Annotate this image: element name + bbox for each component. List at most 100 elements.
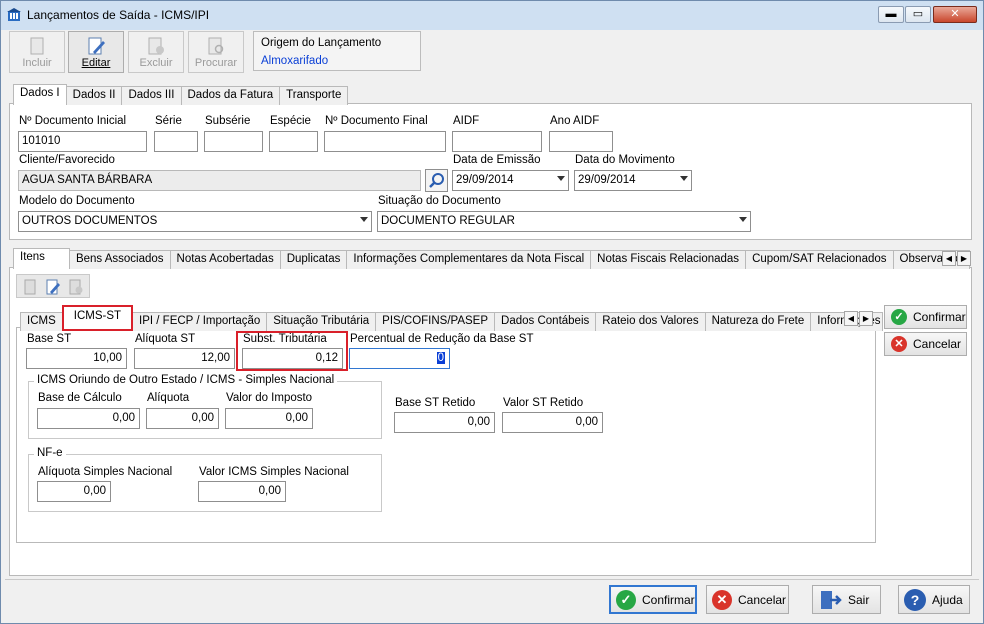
item-confirmar-button[interactable]: ✓ Confirmar bbox=[884, 305, 967, 329]
serie-input[interactable] bbox=[154, 131, 198, 152]
tab-dados-iii[interactable]: Dados III bbox=[121, 86, 182, 105]
tab-itens[interactable]: Itens bbox=[13, 248, 70, 269]
doc-inicial-input[interactable]: 101010 bbox=[18, 131, 147, 152]
tabs-scroll-left-icon[interactable]: ◀ bbox=[942, 251, 956, 266]
cliente-input[interactable]: AGUA SANTA BÁRBARA bbox=[18, 170, 421, 191]
origin-value: Almoxarifado bbox=[261, 55, 329, 67]
data-mov-picker[interactable]: 29/09/2014 bbox=[574, 170, 692, 191]
base-calc-input[interactable]: 0,00 bbox=[37, 408, 140, 429]
serie-label: Série bbox=[155, 115, 182, 127]
subserie-input[interactable] bbox=[204, 131, 263, 152]
procurar-label: Procurar bbox=[194, 57, 238, 69]
tab-notas-relacionadas[interactable]: Notas Fiscais Relacionadas bbox=[590, 250, 747, 269]
edit-document-icon bbox=[88, 37, 105, 55]
tab-duplicatas[interactable]: Duplicatas bbox=[279, 250, 348, 269]
tab-rateio[interactable]: Rateio dos Valores bbox=[595, 312, 706, 331]
check-icon: ✓ bbox=[891, 309, 907, 325]
tab-bens-associados[interactable]: Bens Associados bbox=[68, 250, 171, 269]
chevron-down-icon bbox=[557, 176, 565, 181]
tab-transporte[interactable]: Transporte bbox=[279, 86, 349, 105]
app-icon bbox=[7, 8, 21, 21]
window-title: Lançamentos de Saída - ICMS/IPI bbox=[27, 8, 210, 22]
confirmar-button[interactable]: ✓ Confirmar bbox=[609, 585, 697, 614]
doc-inicial-label: Nº Documento Inicial bbox=[19, 115, 127, 127]
data-mov-value: 29/09/2014 bbox=[578, 174, 636, 186]
tab-dados-i[interactable]: Dados I bbox=[13, 84, 67, 105]
ano-aidf-input[interactable] bbox=[549, 131, 613, 152]
item-cancelar-button[interactable]: ✕ Cancelar bbox=[884, 332, 967, 356]
valor-sn-input[interactable]: 0,00 bbox=[198, 481, 286, 502]
cancelar-label: Cancelar bbox=[738, 592, 787, 607]
group1-title: ICMS Oriundo de Outro Estado / ICMS - Si… bbox=[34, 374, 338, 386]
valor-imposto-input[interactable]: 0,00 bbox=[225, 408, 313, 429]
tab-dados-ii[interactable]: Dados II bbox=[65, 86, 123, 105]
data-emissao-picker[interactable]: 29/09/2014 bbox=[452, 170, 569, 191]
bottom-divider bbox=[5, 579, 979, 580]
tabs-scroll-right-icon[interactable]: ▶ bbox=[957, 251, 971, 266]
especie-input[interactable] bbox=[269, 131, 318, 152]
search-icon bbox=[429, 173, 444, 188]
aidf-input[interactable] bbox=[452, 131, 542, 152]
aliquota-input[interactable]: 0,00 bbox=[146, 408, 219, 429]
ajuda-button[interactable]: ? Ajuda bbox=[898, 585, 970, 614]
new-item-icon[interactable] bbox=[21, 278, 39, 296]
valor-retido-label: Valor ST Retido bbox=[503, 397, 584, 409]
close-button[interactable]: ✕ bbox=[933, 6, 977, 23]
minimize-button[interactable]: ▬ bbox=[878, 6, 904, 23]
check-icon: ✓ bbox=[616, 589, 636, 610]
tab-dados-fatura[interactable]: Dados da Fatura bbox=[180, 86, 281, 105]
ano-aidf-label: Ano AIDF bbox=[550, 115, 600, 127]
procurar-button[interactable]: Procurar bbox=[188, 31, 244, 73]
tab-icms[interactable]: ICMS bbox=[20, 312, 63, 331]
chevron-down-icon bbox=[680, 176, 688, 181]
subst-input[interactable]: 0,12 bbox=[242, 348, 343, 369]
restore-button[interactable]: ▭ bbox=[905, 6, 931, 23]
tab-cupom-sat[interactable]: Cupom/SAT Relacionados bbox=[745, 250, 894, 269]
base-st-input[interactable]: 10,00 bbox=[26, 348, 127, 369]
item-confirmar-label: Confirmar bbox=[913, 310, 966, 324]
exit-door-icon bbox=[821, 590, 842, 609]
subst-label: Subst. Tributária bbox=[243, 333, 327, 345]
situacao-select[interactable]: DOCUMENTO REGULAR bbox=[377, 211, 751, 232]
aliquota-st-label: Alíquota ST bbox=[135, 333, 196, 345]
tab-natureza-frete[interactable]: Natureza do Frete bbox=[704, 312, 812, 331]
modelo-value: OUTROS DOCUMENTOS bbox=[22, 215, 158, 227]
modelo-select[interactable]: OUTROS DOCUMENTOS bbox=[18, 211, 372, 232]
delete-item-icon[interactable] bbox=[67, 278, 85, 296]
item-cancelar-label: Cancelar bbox=[913, 337, 962, 351]
tab-info-complementares[interactable]: Informações Complementares da Nota Fisca… bbox=[346, 250, 592, 269]
chevron-down-icon bbox=[360, 217, 368, 222]
tab-notas-acobertadas[interactable]: Notas Acobertadas bbox=[169, 250, 281, 269]
valor-retido-input[interactable]: 0,00 bbox=[502, 412, 603, 433]
tab-ipi-fecp[interactable]: IPI / FECP / Importação bbox=[132, 312, 268, 331]
base-st-label: Base ST bbox=[27, 333, 72, 345]
tab-situacao-tributaria[interactable]: Situação Tributária bbox=[266, 312, 377, 331]
help-icon: ? bbox=[904, 588, 926, 611]
inner-scroll-left-icon[interactable]: ◀ bbox=[844, 311, 858, 326]
aliquota-st-input[interactable]: 12,00 bbox=[134, 348, 235, 369]
percentual-input[interactable]: 0 bbox=[349, 348, 450, 369]
doc-final-input[interactable] bbox=[324, 131, 446, 152]
confirmar-label: Confirmar bbox=[642, 592, 695, 607]
valor-imposto-label: Valor do Imposto bbox=[226, 392, 313, 404]
editar-button[interactable]: Editar bbox=[68, 31, 124, 73]
edit-item-icon[interactable] bbox=[44, 278, 62, 296]
top-tabs: Dados I Dados II Dados III Dados da Fatu… bbox=[13, 84, 349, 105]
cliente-search-button[interactable] bbox=[425, 169, 448, 192]
aliq-sn-input[interactable]: 0,00 bbox=[37, 481, 111, 502]
excluir-button[interactable]: Excluir bbox=[128, 31, 184, 73]
data-emissao-value: 29/09/2014 bbox=[456, 174, 514, 186]
cancelar-button[interactable]: ✕ Cancelar bbox=[706, 585, 789, 614]
sair-button[interactable]: Sair bbox=[812, 585, 881, 614]
base-calc-label: Base de Cálculo bbox=[38, 392, 122, 404]
tab-pis-cofins[interactable]: PIS/COFINS/PASEP bbox=[375, 312, 496, 331]
tab-dados-contabeis[interactable]: Dados Contábeis bbox=[494, 312, 597, 331]
incluir-button[interactable]: Incluir bbox=[9, 31, 65, 73]
base-retido-label: Base ST Retido bbox=[395, 397, 476, 409]
inner-scroll-right-icon[interactable]: ▶ bbox=[859, 311, 873, 326]
mid-tabs: Itens Bens Associados Notas Acobertadas … bbox=[13, 248, 970, 269]
tab-icms-st[interactable]: ICMS-ST bbox=[61, 305, 134, 331]
cancel-icon: ✕ bbox=[891, 336, 907, 352]
cancel-icon: ✕ bbox=[712, 589, 732, 610]
base-retido-input[interactable]: 0,00 bbox=[394, 412, 495, 433]
